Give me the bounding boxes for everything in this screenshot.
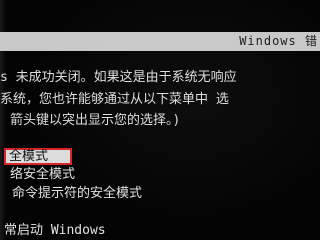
- menu-item-safe-mode-command-prompt[interactable]: 命令提示符的安全模式: [12, 186, 142, 202]
- error-message-line-1: s 未成功关闭。如果这是由于系统无响应: [0, 70, 237, 85]
- boot-error-screen: Windows 错 s 未成功关闭。如果这是由于系统无响应 系统，您也许能够通过…: [0, 0, 320, 240]
- header-title: Windows 错: [239, 34, 318, 48]
- header-bar: Windows 错: [0, 32, 320, 51]
- error-message-line-3: 箭头键以突出显示您的选择。): [10, 113, 181, 128]
- menu-item-safe-mode[interactable]: 全模式: [4, 148, 72, 165]
- menu-item-start-windows-normally[interactable]: 常启动 Windows: [4, 223, 106, 239]
- error-message-line-2: 系统，您也许能够通过从以下菜单中 选: [0, 92, 229, 107]
- menu-item-safe-mode-networking[interactable]: 络安全模式: [10, 167, 75, 183]
